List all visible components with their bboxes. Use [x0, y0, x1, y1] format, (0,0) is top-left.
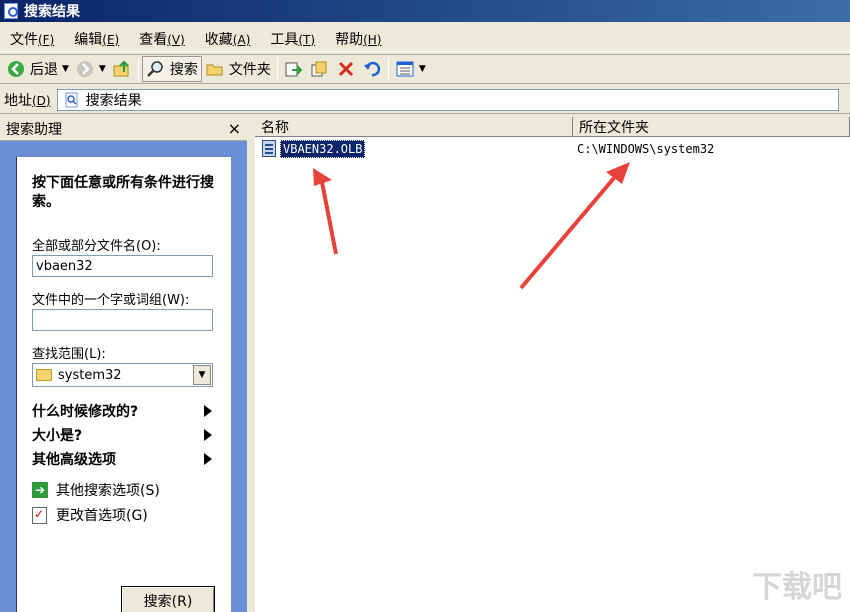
title-bar: 搜索结果	[0, 0, 850, 22]
search-results-icon	[4, 3, 18, 19]
toolbar-separator	[387, 58, 389, 80]
filename-input[interactable]: vbaen32	[32, 255, 213, 277]
size-expander[interactable]: 大小是?	[32, 425, 212, 445]
search-button[interactable]: 搜索	[141, 56, 202, 82]
folders-button[interactable]: 文件夹	[202, 56, 274, 82]
copy-to-button[interactable]	[307, 56, 333, 82]
menu-file[interactable]: 文件(F)	[4, 29, 60, 49]
green-arrow-icon: ➔	[32, 482, 48, 498]
filename-label: 全部或部分文件名(O):	[32, 239, 161, 254]
menu-bar: 文件(F) 编辑(E) 查看(V) 收藏(A) 工具(T) 帮助(H)	[0, 26, 850, 52]
folder-icon	[205, 59, 225, 79]
word-input[interactable]	[32, 309, 213, 331]
views-dropdown-icon[interactable]: ▼	[419, 64, 426, 74]
result-file-name[interactable]: VBAEN32.OLB	[280, 140, 366, 158]
olb-file-icon	[262, 140, 276, 157]
word-label: 文件中的一个字或词组(W):	[32, 293, 190, 308]
move-to-button[interactable]	[281, 56, 307, 82]
menu-view[interactable]: 查看(V)	[133, 29, 191, 49]
address-label: 地址(D)	[4, 92, 51, 109]
toolbar-separator	[137, 58, 139, 80]
folder-up-icon	[112, 59, 132, 79]
address-bar: 地址(D) 搜索结果	[0, 86, 850, 114]
menu-favorites[interactable]: 收藏(A)	[199, 29, 257, 49]
expand-arrow-icon	[204, 405, 212, 417]
toolbar-separator	[276, 58, 278, 80]
chevron-down-icon[interactable]: ▼	[193, 365, 211, 385]
menu-tools[interactable]: 工具(T)	[264, 29, 321, 49]
expand-arrow-icon	[204, 429, 212, 441]
change-preferences-link[interactable]: 更改首选项(G)	[32, 505, 148, 525]
views-button[interactable]: ▼	[392, 56, 429, 82]
other-search-options-link[interactable]: ➔ 其他搜索选项(S)	[32, 480, 160, 500]
window-title: 搜索结果	[24, 4, 80, 20]
lookin-label: 查找范围(L):	[32, 347, 106, 362]
table-row[interactable]: VBAEN32.OLB C:\WINDOWS\system32	[255, 139, 850, 159]
delete-button[interactable]	[333, 56, 359, 82]
back-dropdown-icon[interactable]: ▼	[62, 64, 69, 74]
delete-x-icon	[336, 59, 356, 79]
lookin-select[interactable]: system32 ▼	[32, 363, 213, 387]
toolbar: 后退 ▼ ▼ 搜索 文件夹 ▼	[0, 54, 850, 84]
advanced-options-expander[interactable]: 其他高级选项	[32, 449, 212, 469]
panel-splitter[interactable]	[247, 117, 255, 612]
forward-arrow-icon	[75, 59, 95, 79]
back-arrow-icon	[6, 59, 26, 79]
views-grid-icon	[395, 59, 415, 79]
search-assistant-panel: 搜索助理 × 按下面任意或所有条件进行搜索。 全部或部分文件名(O): vbae…	[0, 117, 247, 612]
menu-help[interactable]: 帮助(H)	[329, 29, 387, 49]
forward-button[interactable]: ▼	[72, 56, 109, 82]
menu-edit[interactable]: 编辑(E)	[68, 29, 125, 49]
expand-arrow-icon	[204, 453, 212, 465]
panel-title: 搜索助理	[6, 121, 62, 138]
search-results-icon	[62, 90, 82, 110]
panel-header: 搜索助理 ×	[0, 117, 247, 141]
magnifier-icon	[146, 59, 166, 79]
up-button[interactable]	[109, 56, 135, 82]
search-prompt: 按下面任意或所有条件进行搜索。	[32, 175, 214, 210]
when-modified-expander[interactable]: 什么时候修改的?	[32, 401, 212, 421]
results-list: 名称 所在文件夹 VBAEN32.OLB C:\WINDOWS\system32	[255, 117, 850, 612]
folder-icon	[36, 369, 52, 381]
address-input[interactable]: 搜索结果	[56, 88, 839, 111]
undo-button[interactable]	[359, 56, 385, 82]
close-icon[interactable]: ×	[228, 119, 241, 138]
undo-icon	[362, 59, 382, 79]
column-header-name[interactable]: 名称	[255, 117, 573, 137]
search-submit-button[interactable]: 搜索(R)	[121, 586, 215, 612]
copy-to-icon	[310, 59, 330, 79]
checklist-icon	[32, 506, 47, 524]
column-header-folder[interactable]: 所在文件夹	[573, 117, 850, 137]
back-button[interactable]: 后退 ▼	[3, 56, 72, 82]
move-to-icon	[284, 59, 304, 79]
result-folder-path: C:\WINDOWS\system32	[577, 142, 715, 156]
watermark-logo: 下载吧	[752, 570, 842, 605]
forward-dropdown-icon[interactable]: ▼	[99, 64, 106, 74]
search-criteria-card: 按下面任意或所有条件进行搜索。 全部或部分文件名(O): vbaen32 文件中…	[16, 157, 231, 612]
